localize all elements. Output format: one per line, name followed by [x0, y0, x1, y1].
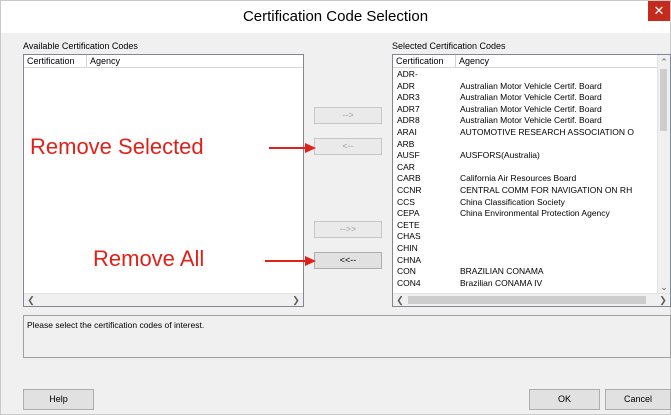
certification-code: CEPA: [397, 208, 420, 219]
certification-code: CON: [397, 266, 416, 277]
certification-code: CON4: [397, 277, 421, 288]
certification-code: ARAI: [397, 127, 417, 137]
scroll-down-icon[interactable]: ⌄: [658, 281, 670, 293]
remove-all-arrow-icon: [265, 256, 316, 266]
selected-col-certification[interactable]: Certification: [393, 55, 456, 68]
dialog-window: Certification Code Selection ✕ Available…: [0, 0, 671, 415]
agency-name: Brazilian CONAMA IV: [460, 277, 543, 288]
scroll-left-icon[interactable]: ❮: [24, 294, 38, 306]
available-col-certification[interactable]: Certification: [24, 55, 87, 68]
certification-code: ADR7: [397, 103, 420, 114]
scroll-up-icon[interactable]: ⌃: [658, 56, 670, 68]
certification-code: ARB: [397, 138, 415, 149]
available-codes-label: Available Certification Codes: [23, 41, 138, 51]
ok-button[interactable]: OK: [529, 389, 600, 410]
certification-code: ADR8: [397, 115, 420, 126]
certification-code: ADR: [397, 80, 415, 91]
selected-hscrollbar[interactable]: ❮ ❯: [393, 293, 670, 306]
remove-selected-annotation: Remove Selected: [30, 134, 204, 159]
agency-name: California Air Resources Board: [460, 173, 577, 184]
agency-name: Australian Motor Vehicle Certif. Board: [460, 103, 602, 114]
scroll-right-icon[interactable]: ❯: [656, 294, 670, 306]
help-button[interactable]: Help: [23, 389, 94, 410]
agency-name: Australian Motor Vehicle Certif. Board: [460, 115, 602, 126]
agency-name: CENTRAL COMM FOR NAVIGATION ON RH: [460, 185, 633, 195]
selected-col-agency[interactable]: Agency: [456, 55, 658, 68]
remove-selected-arrow-icon: [269, 143, 316, 153]
scroll-thumb[interactable]: [660, 69, 667, 131]
available-hscrollbar[interactable]: ❮ ❯: [24, 293, 303, 306]
certification-code: CHAS: [397, 231, 421, 242]
certification-code: ADR3: [397, 92, 420, 103]
certification-code: CHNA: [397, 254, 422, 265]
selected-codes-list[interactable]: Certification Agency ADR- ADR Australian M…: [392, 54, 671, 307]
certification-code: CHIN: [397, 243, 418, 253]
agency-name: AUTOMOTIVE RESEARCH ASSOCIATION O: [460, 127, 634, 137]
remove-all-annotation: Remove All: [93, 246, 205, 271]
agency-name: AUSFORS(Australia): [460, 150, 540, 161]
certification-code: CCNR: [397, 185, 422, 195]
certification-code: AUSF: [397, 150, 420, 161]
agency-name: Australian Motor Vehicle Certif. Board: [460, 80, 602, 91]
hscroll-thumb[interactable]: [408, 296, 646, 304]
agency-name: BRAZILIAN CONAMA: [460, 266, 544, 277]
certification-code: CETE: [397, 219, 420, 230]
certification-code: CCS: [397, 196, 415, 207]
add-selected-button[interactable]: -->: [314, 107, 382, 124]
certification-code: CARB: [397, 173, 421, 184]
scroll-left-icon[interactable]: ❮: [393, 294, 407, 306]
agency-name: Australian Motor Vehicle Certif. Board: [460, 92, 602, 103]
certification-code: CAR: [397, 161, 415, 172]
close-button[interactable]: ✕: [648, 1, 670, 21]
add-all-button[interactable]: -->>: [314, 221, 382, 238]
status-message: Please select the certification codes of…: [23, 315, 671, 358]
title-bar: Certification Code Selection ✕: [1, 1, 670, 33]
remove-all-button[interactable]: <<--: [314, 252, 382, 269]
cancel-button[interactable]: Cancel: [605, 389, 671, 410]
certification-code: ADR-: [397, 69, 418, 79]
window-title: Certification Code Selection: [242, 8, 429, 25]
selected-vscrollbar[interactable]: ⌃ ⌄: [657, 55, 670, 294]
selected-codes-label: Selected Certification Codes: [392, 41, 506, 51]
agency-name: China Environmental Protection Agency: [460, 208, 610, 219]
agency-name: China Classification Society: [460, 196, 565, 207]
available-col-agency[interactable]: Agency: [87, 55, 303, 68]
scroll-right-icon[interactable]: ❯: [289, 294, 303, 306]
remove-selected-button[interactable]: <--: [314, 138, 382, 155]
